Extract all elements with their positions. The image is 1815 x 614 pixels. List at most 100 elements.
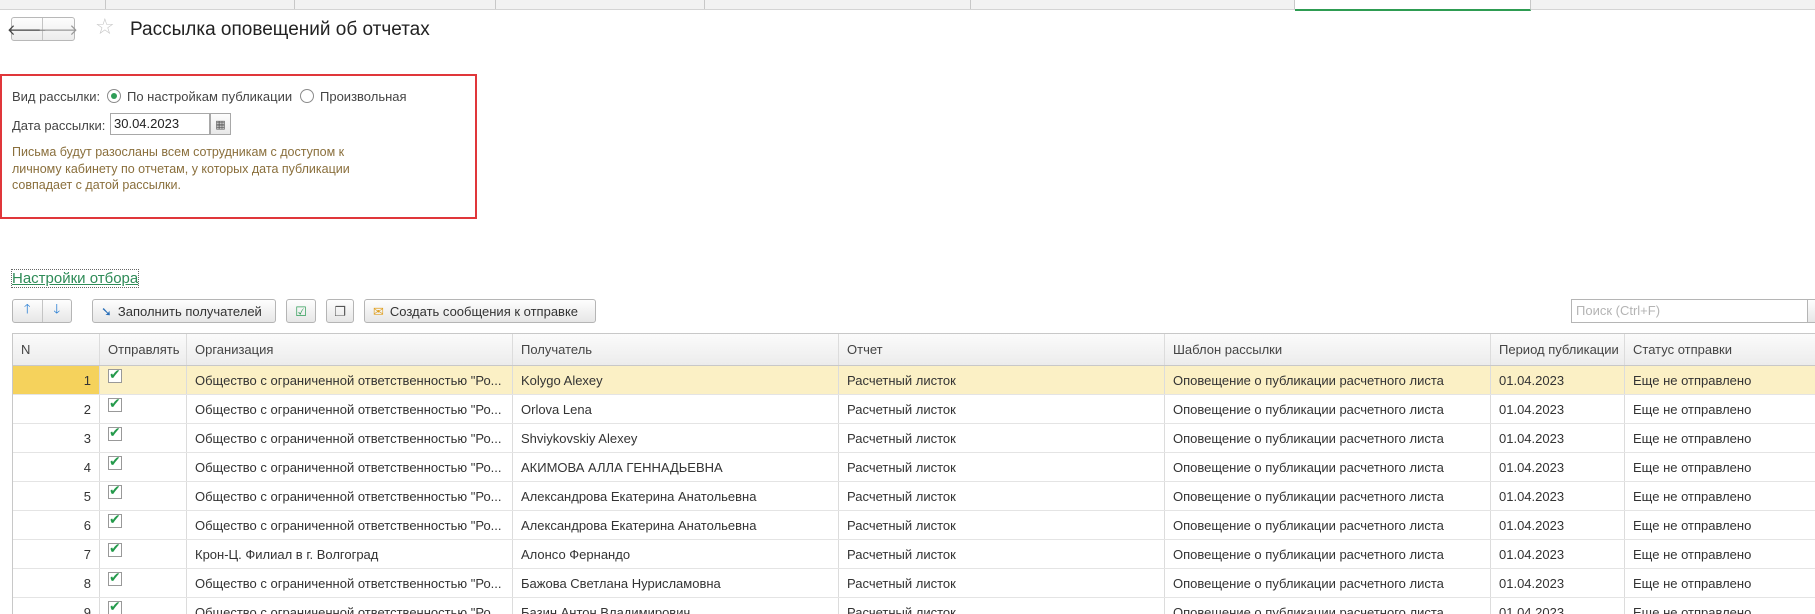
cell-template: Оповещение о публикации расчетного листа [1165, 453, 1491, 481]
search-input[interactable]: Поиск (Ctrl+F) [1571, 299, 1811, 323]
cell-send[interactable] [100, 511, 187, 539]
cell-report: Расчетный листок [839, 540, 1165, 568]
cell-report: Расчетный листок [839, 424, 1165, 452]
cell-organization: Крон-Ц. Филиал в г. Волгоград [187, 540, 513, 568]
cell-send[interactable] [100, 598, 187, 614]
cell-recipient: Бажова Светлана Нурисламовна [513, 569, 839, 597]
cell-template: Оповещение о публикации расчетного листа [1165, 569, 1491, 597]
radio-by-publication[interactable] [107, 89, 121, 103]
window-tab[interactable] [705, 0, 971, 9]
cell-report: Расчетный листок [839, 482, 1165, 510]
fill-recipients-button[interactable]: ➘ Заполнить получателей [92, 299, 276, 323]
cell-organization: Общество с ограниченной ответственностью… [187, 482, 513, 510]
send-checkbox[interactable] [108, 424, 122, 441]
table-row[interactable]: 9 Общество с ограниченной ответственность… [13, 598, 1815, 614]
column-header-template[interactable]: Шаблон рассылки [1165, 334, 1491, 365]
window-tab[interactable] [496, 0, 705, 9]
search-button[interactable] [1807, 299, 1815, 323]
cell-period: 01.04.2023 [1491, 598, 1625, 614]
forward-button[interactable]: 🡒 [38, 18, 78, 40]
table-row[interactable]: 4 Общество с ограниченной ответственность… [13, 453, 1815, 482]
send-checkbox[interactable] [108, 366, 122, 383]
send-checkbox[interactable] [108, 395, 122, 412]
table-row[interactable]: 6 Общество с ограниченной ответственность… [13, 511, 1815, 540]
radio-custom[interactable] [300, 89, 314, 103]
window-tab-active[interactable] [1295, 0, 1531, 11]
send-checkbox[interactable] [108, 453, 122, 470]
window-tab[interactable] [971, 0, 1295, 9]
cell-recipient: Александрова Екатерина Анатольевна [513, 482, 839, 510]
table-row[interactable]: 8 Общество с ограниченной ответственность… [13, 569, 1815, 598]
send-checkbox[interactable] [108, 482, 122, 499]
cell-report: Расчетный листок [839, 395, 1165, 423]
create-messages-label: Создать сообщения к отправке [389, 303, 579, 319]
column-header-send[interactable]: Отправлять [100, 334, 187, 365]
filter-settings-link[interactable]: Настройки отбора [10, 269, 140, 288]
send-checkbox[interactable] [108, 511, 122, 528]
cell-n: 9 [13, 598, 100, 614]
copy-button[interactable]: ❐ [326, 299, 354, 323]
cell-organization: Общество с ограниченной ответственностью… [187, 598, 513, 614]
window-tab[interactable] [106, 0, 295, 9]
mailing-date-field[interactable]: 30.04.2023 [110, 113, 210, 135]
cell-status: Еще не отправлено [1633, 401, 1752, 417]
calendar-icon: ▦ [215, 118, 226, 131]
cell-template: Оповещение о публикации расчетного листа [1165, 598, 1491, 614]
move-down-button[interactable]: 🡓 [43, 300, 72, 322]
create-messages-button[interactable]: ✉ Создать сообщения к отправке [364, 299, 596, 323]
cell-organization: Общество с ограниченной ответственностью… [187, 511, 513, 539]
cell-n: 5 [13, 482, 100, 510]
column-header-period[interactable]: Период публикации [1491, 334, 1625, 365]
column-header-organization[interactable]: Организация [187, 334, 513, 365]
cell-recipient: Shviykovskiy Alexey [513, 424, 839, 452]
calendar-button[interactable]: ▦ [210, 113, 231, 135]
radio-by-publication-label[interactable]: По настройкам публикации [127, 89, 292, 104]
table-row[interactable]: 7 Крон-Ц. Филиал в г. ВолгоградАлонсо Фер… [13, 540, 1815, 569]
cell-status: Еще не отправлено [1633, 546, 1752, 562]
cell-report: Расчетный листок [839, 569, 1165, 597]
check-all-icon: ☑ [295, 303, 307, 319]
cell-organization: Общество с ограниченной ответственностью… [187, 569, 513, 597]
cell-organization: Общество с ограниченной ответственностью… [187, 366, 513, 394]
cell-recipient: Алонсо Фернандо [513, 540, 839, 568]
cell-status: Еще не отправлено [1633, 488, 1752, 504]
cell-period: 01.04.2023 [1491, 569, 1625, 597]
table-row[interactable]: 2 Общество с ограниченной ответственность… [13, 395, 1815, 424]
send-checkbox[interactable] [108, 540, 122, 557]
cell-n: 6 [13, 511, 100, 539]
cell-send[interactable] [100, 569, 187, 597]
mailing-type-label: Вид рассылки: [12, 89, 101, 104]
radio-custom-label[interactable]: Произвольная [320, 89, 407, 104]
recipients-table: N Отправлять Организация Получатель Отче… [12, 333, 1815, 614]
table-row[interactable]: 3 Общество с ограниченной ответственность… [13, 424, 1815, 453]
cell-recipient: АКИМОВА АЛЛА ГЕННАДЬЕВНА [513, 453, 839, 481]
move-up-button[interactable]: 🡑 [13, 300, 43, 322]
cell-n: 2 [13, 395, 100, 423]
column-header-status[interactable]: Статус отправки [1625, 334, 1815, 365]
cell-send[interactable] [100, 424, 187, 452]
send-checkbox[interactable] [108, 598, 122, 614]
cell-n: 7 [13, 540, 100, 568]
cell-send[interactable] [100, 482, 187, 510]
cell-template: Оповещение о публикации расчетного листа [1165, 366, 1491, 394]
table-header-row: N Отправлять Организация Получатель Отче… [13, 334, 1815, 366]
window-tab[interactable] [0, 0, 106, 9]
cell-send[interactable] [100, 453, 187, 481]
check-all-button[interactable]: ☑ [286, 299, 316, 323]
cell-period: 01.04.2023 [1491, 424, 1625, 452]
window-tab[interactable] [295, 0, 496, 9]
cell-report: Расчетный листок [839, 598, 1165, 614]
cell-send[interactable] [100, 540, 187, 568]
column-header-n[interactable]: N [13, 334, 100, 365]
star-icon[interactable]: ☆ [95, 14, 115, 40]
table-row[interactable]: 5 Общество с ограниченной ответственность… [13, 482, 1815, 511]
column-header-recipient[interactable]: Получатель [513, 334, 839, 365]
send-checkbox[interactable] [108, 569, 122, 586]
cell-send[interactable] [100, 395, 187, 423]
column-header-report[interactable]: Отчет [839, 334, 1165, 365]
table-row[interactable]: 1 Общество с ограниченной ответственность… [13, 366, 1815, 395]
cell-period: 01.04.2023 [1491, 511, 1625, 539]
cell-template: Оповещение о публикации расчетного листа [1165, 395, 1491, 423]
cell-status: Еще не отправлено [1633, 604, 1752, 614]
cell-send[interactable] [100, 366, 187, 394]
